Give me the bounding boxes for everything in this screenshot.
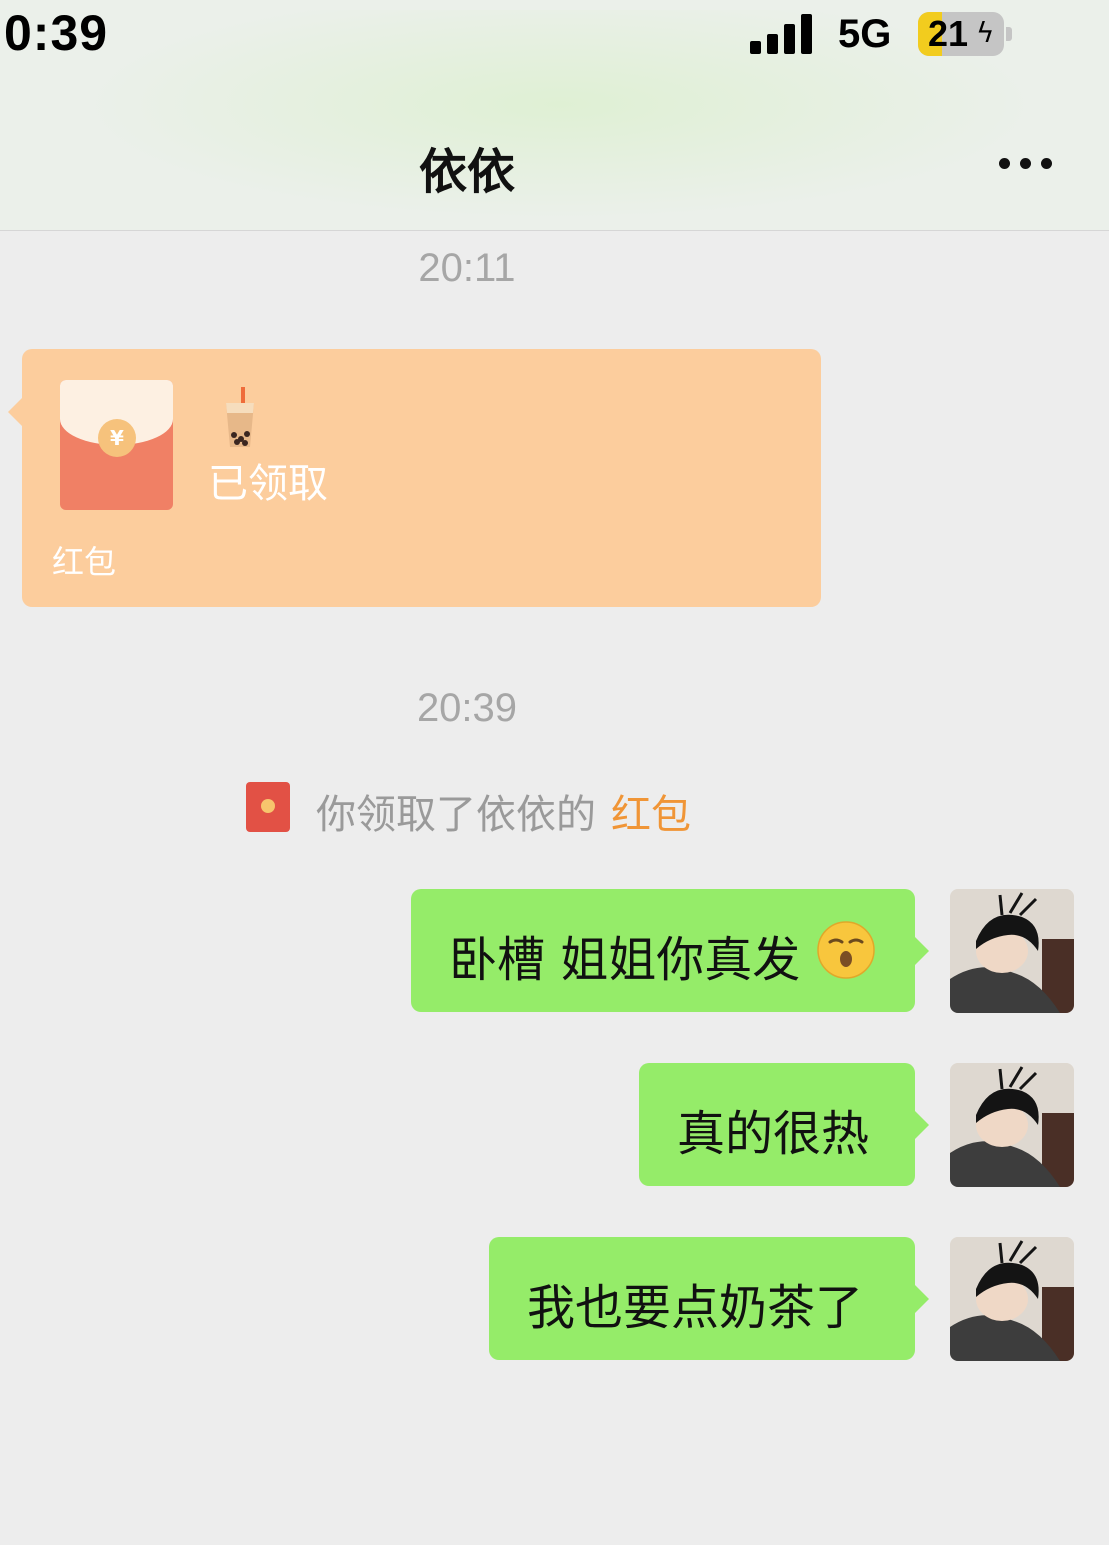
- outgoing-message[interactable]: 真的很热: [639, 1063, 929, 1186]
- red-envelope-icon: ¥: [60, 380, 173, 510]
- status-time: 0:39: [4, 5, 109, 61]
- bubble-tea-emoji: [226, 387, 254, 447]
- bubble-tail: [914, 936, 929, 966]
- red-packet-mini-icon: [246, 782, 290, 832]
- notice-text: 你领取了依依的: [316, 792, 596, 838]
- battery-icon: 21 ϟ: [918, 12, 1004, 56]
- charging-icon: ϟ: [976, 16, 995, 49]
- message-text: 真的很热: [677, 1106, 870, 1162]
- avatar[interactable]: [950, 889, 1074, 1013]
- kissing-face-emoji: [817, 921, 875, 979]
- avatar[interactable]: [950, 1063, 1074, 1187]
- network-type: 5G: [838, 12, 892, 56]
- timestamp: 20:39: [416, 686, 518, 730]
- yuan-coin-icon: ¥: [98, 419, 136, 457]
- bubble-tail: [8, 398, 22, 426]
- message-text: 卧槽 姐姐你真发: [449, 932, 801, 988]
- outgoing-message[interactable]: 卧槽 姐姐你真发: [411, 889, 929, 1012]
- ellipsis-icon[interactable]: [999, 156, 1055, 174]
- red-packet-link[interactable]: 红包: [611, 782, 691, 840]
- outgoing-message[interactable]: 我也要点奶茶了: [489, 1237, 929, 1360]
- bubble-tail: [914, 1284, 929, 1314]
- red-packet-status: 已领取: [208, 461, 328, 507]
- signal-icon: [750, 14, 820, 54]
- battery-level: 21: [928, 13, 969, 54]
- avatar[interactable]: [950, 1237, 1074, 1361]
- chat-title[interactable]: 依依: [0, 132, 934, 202]
- battery-nub: [1006, 27, 1012, 41]
- timestamp: 20:11: [418, 246, 516, 290]
- message-text: 我也要点奶茶了: [527, 1280, 864, 1336]
- bubble-tail: [914, 1110, 929, 1140]
- red-packet-card[interactable]: ¥ 已领取 红包: [8, 349, 821, 607]
- red-packet-label: 红包: [52, 543, 117, 581]
